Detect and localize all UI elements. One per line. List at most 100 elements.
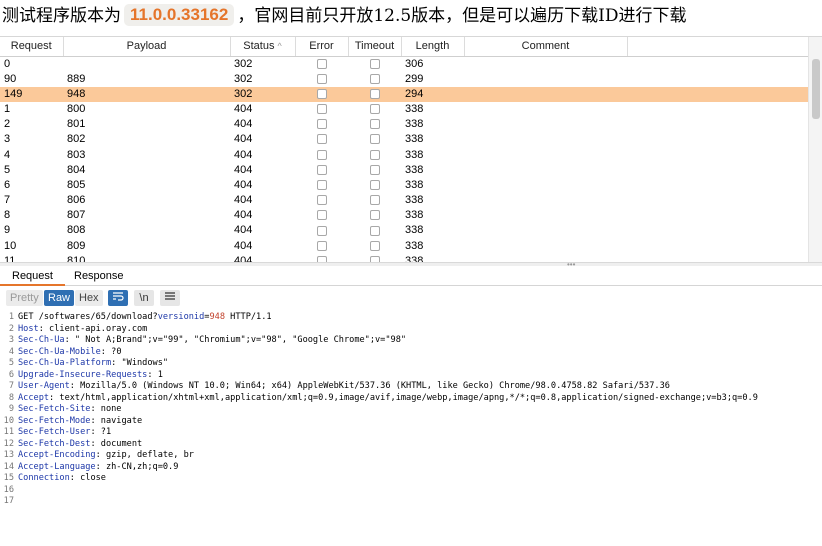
line-content: Sec-Fetch-Dest: document — [14, 439, 142, 449]
cell-comment — [464, 163, 627, 178]
request-line: 12 Sec-Fetch-Dest: document — [0, 438, 143, 451]
table-row[interactable]: 7 806 404 338 — [0, 193, 808, 208]
table-row[interactable]: 90 889 302 299 — [0, 72, 808, 87]
tab-response[interactable]: Response — [62, 266, 136, 286]
column-header-request[interactable]: Request — [0, 37, 64, 57]
scrollbar-thumb[interactable] — [812, 59, 820, 119]
line-number: 12 — [3, 438, 14, 449]
line-number: 14 — [3, 461, 14, 472]
line-number: 17 — [3, 496, 14, 506]
header-value: : text/html,application/xhtml+xml,applic… — [49, 392, 758, 403]
pretty-button[interactable]: Pretty — [6, 290, 43, 306]
request-line: 1 GET /softwares/65/download?versionid=94… — [0, 312, 272, 324]
table-row[interactable]: 149 948 302 294 — [0, 86, 808, 102]
column-header-comment[interactable]: Comment — [464, 37, 628, 57]
column-header-status[interactable]: Status ^ — [230, 37, 296, 57]
header-value: : "Windows" — [111, 358, 169, 368]
cell-error — [295, 147, 348, 162]
raw-button[interactable]: Raw — [44, 290, 75, 306]
error-checkbox — [316, 149, 327, 160]
request-line: 2 Host: client-api.oray.com — [0, 324, 148, 336]
cell-error — [295, 208, 348, 223]
table-row[interactable]: 9 808 404 338 — [0, 223, 808, 238]
caption-before: 测试程序版本为 — [2, 6, 121, 26]
table-row[interactable]: 10 809 404 338 — [0, 239, 808, 254]
header-name: User-Agent — [18, 381, 70, 391]
header-value: : none — [90, 404, 122, 414]
table-row[interactable]: 6 805 404 338 — [0, 178, 808, 193]
cell-filler — [627, 117, 808, 132]
table-row[interactable]: 4 803 404 338 — [0, 147, 808, 162]
hex-button[interactable]: Hex — [75, 290, 103, 306]
header-value: : navigate — [90, 415, 143, 426]
wrap-lines-icon[interactable] — [108, 290, 128, 306]
column-header-error[interactable]: Error — [295, 37, 349, 57]
request-editor[interactable]: 1 GET /softwares/65/download?versionid=94… — [0, 308, 822, 546]
table-row[interactable]: 2 801 404 338 — [0, 117, 808, 132]
cell-filler — [627, 132, 808, 147]
column-header-length[interactable]: Length — [401, 37, 465, 57]
cell-timeout — [348, 208, 401, 223]
cell-request: 10 — [4, 239, 17, 252]
table-row[interactable]: 11 810 404 338 — [0, 254, 808, 262]
cell-filler — [627, 102, 808, 117]
table-row[interactable]: 8 807 404 338 — [0, 208, 808, 223]
timeout-checkbox — [369, 134, 380, 145]
column-header-timeout[interactable]: Timeout — [348, 37, 402, 57]
line-number: 10 — [3, 415, 14, 426]
line-content: Connection: close — [14, 473, 106, 483]
cell-filler — [627, 208, 808, 223]
cell-error — [295, 132, 348, 147]
table-row[interactable]: 5 804 404 338 — [0, 163, 808, 178]
line-content: Sec-Fetch-Mode: navigate — [14, 416, 142, 426]
cell-error — [295, 178, 348, 193]
line-number: 4 — [8, 346, 14, 357]
header-name: Sec-Ch-Ua-Platform — [18, 358, 112, 368]
table-row[interactable]: 0 302 306 — [0, 56, 808, 72]
cell-request: 1 — [4, 102, 11, 115]
request-line: 14 Accept-Language: zh-CN,zh;q=0.9 — [0, 461, 179, 474]
cell-filler — [627, 86, 808, 102]
cell-comment — [464, 56, 627, 72]
cell-request: 8 — [4, 209, 11, 222]
request-line: 8 Accept: text/html,application/xhtml+xml… — [0, 393, 758, 405]
header-name: Connection — [18, 473, 70, 483]
table-row[interactable]: 3 802 404 338 — [0, 132, 808, 147]
cell-timeout — [348, 117, 401, 132]
timeout-checkbox — [369, 73, 380, 84]
hamburger-menu-icon[interactable] — [160, 290, 180, 306]
cell-status: 404 — [234, 148, 253, 161]
caption-after: ，官网目前只开放12.5版本，但是可以遍历下载ID进行下载 — [237, 6, 687, 26]
error-checkbox — [316, 88, 327, 99]
tab-request[interactable]: Request — [0, 266, 65, 286]
cell-request: 9 — [4, 224, 11, 237]
cell-error — [295, 117, 348, 132]
query-param-value: 948 — [209, 312, 225, 322]
newline-toggle-button[interactable]: \n — [134, 290, 154, 306]
cell-length: 299 — [405, 72, 424, 85]
column-header-payload[interactable]: Payload — [63, 37, 231, 57]
error-checkbox — [316, 73, 327, 84]
cell-payload: 808 — [67, 224, 86, 237]
editor-toolbar: Pretty Raw Hex \n — [0, 288, 822, 308]
request-line-rest: HTTP/1.1 — [225, 312, 272, 322]
header-value: : close — [69, 473, 106, 483]
cell-filler — [627, 223, 808, 238]
table-scrollbar[interactable] — [808, 37, 822, 262]
error-checkbox — [316, 134, 327, 145]
cell-length: 338 — [405, 194, 424, 207]
header-name: Sec-Ch-Ua — [18, 335, 65, 345]
cell-length: 338 — [405, 102, 424, 115]
cell-filler — [627, 72, 808, 87]
cell-length: 338 — [405, 224, 424, 237]
cell-error — [295, 86, 348, 102]
cell-payload: 805 — [67, 178, 86, 191]
cell-filler — [627, 254, 808, 262]
cell-length: 338 — [405, 148, 424, 161]
query-param-name: versionid — [157, 312, 205, 322]
timeout-checkbox — [369, 225, 380, 236]
table-row[interactable]: 1 800 404 338 — [0, 102, 808, 117]
cell-timeout — [348, 56, 401, 72]
line-number: 8 — [8, 392, 14, 403]
cell-comment — [464, 254, 627, 262]
